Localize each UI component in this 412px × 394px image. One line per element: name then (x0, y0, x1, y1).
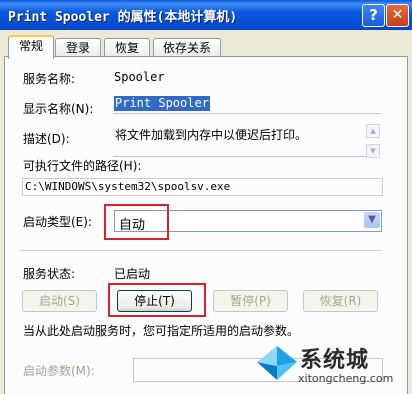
tab-logon[interactable]: 登录 (55, 38, 101, 57)
tab-general[interactable]: 常规 (8, 35, 54, 59)
tab-recovery[interactable]: 恢复 (104, 38, 150, 57)
description-value: 将文件加载到内存中以便迟后打印。 (115, 128, 308, 142)
resume-button[interactable]: 恢复(R) (303, 290, 378, 312)
chevron-down-icon[interactable]: ▼ (364, 212, 380, 228)
properties-window: Print Spooler 的属性(本地计算机) ? ✕ 常规 登录 恢复 依存… (0, 0, 412, 394)
highlight-startup-type (104, 204, 169, 240)
display-name-label: 显示名称(N): (23, 102, 94, 116)
description-field[interactable]: 将文件加载到内存中以便迟后打印。 ▲ ▼ (113, 124, 380, 158)
tab-dependencies[interactable]: 依存关系 (153, 38, 221, 57)
watermark-url: xitongcheng.com (298, 372, 394, 385)
scroll-up-icon[interactable]: ▲ (366, 124, 380, 138)
help-button[interactable]: ? (362, 4, 385, 27)
pause-button[interactable]: 暂停(P) (213, 290, 288, 312)
exe-path-field[interactable]: C:\WINDOWS\system32\spoolsv.exe (22, 178, 383, 196)
service-status-value: 已启动 (114, 267, 151, 281)
exe-path-label: 可执行文件的路径(H): (23, 159, 142, 173)
scroll-down-icon[interactable]: ▼ (366, 144, 380, 158)
watermark-logo-icon (257, 346, 297, 380)
description-scrollbar[interactable]: ▲ ▼ (366, 124, 380, 158)
start-button[interactable]: 启动(S) (22, 290, 97, 312)
description-label: 描述(D): (23, 132, 70, 146)
startup-type-label: 启动类型(E): (23, 215, 92, 229)
service-name-value: Spooler (114, 70, 165, 84)
startup-params-hint: 当从此处启动服务时，您可指定所适用的启动参数。 (23, 324, 300, 338)
watermark-text: 系统城 (300, 348, 370, 373)
service-name-label: 服务名称: (23, 72, 76, 86)
separator (20, 250, 382, 251)
window-title: Print Spooler 的属性(本地计算机) (8, 10, 238, 25)
highlight-stop-button (108, 283, 206, 317)
display-name-value[interactable]: Print Spooler (114, 96, 210, 111)
service-status-label: 服务状态: (23, 267, 76, 281)
title-bar[interactable]: Print Spooler 的属性(本地计算机) ? ✕ (0, 0, 412, 30)
close-button[interactable]: ✕ (386, 4, 409, 27)
startup-params-label: 启动参数(M): (23, 364, 95, 378)
